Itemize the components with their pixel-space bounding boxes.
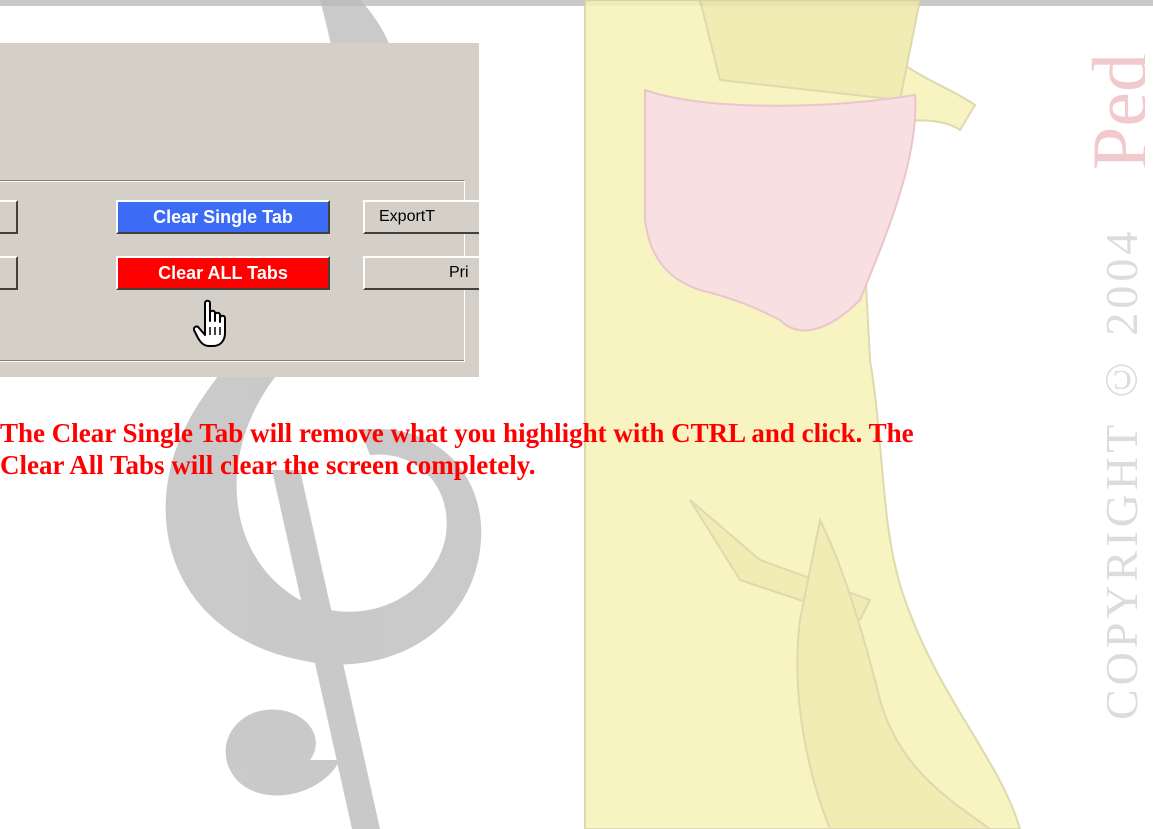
screenshot-panel: Clear Single Tab Clear ALL Tabs ExportT … [0,43,479,377]
print-button[interactable]: Pri [363,256,479,290]
export-button[interactable]: ExportT [363,200,479,234]
caption-text: The Clear Single Tab will remove what yo… [0,417,1100,481]
clear-all-tabs-button[interactable]: Clear ALL Tabs [116,256,330,290]
partial-button-bottom[interactable] [0,256,18,290]
partial-button-top[interactable] [0,200,18,234]
clear-single-tab-button[interactable]: Clear Single Tab [116,200,330,234]
caption-line-1: The Clear Single Tab will remove what yo… [0,418,914,448]
copyright-watermark: COPYRIGHT © 2004 [1096,227,1147,720]
cartoon-figure-icon [584,0,1022,829]
hand-pointer-cursor-icon [193,299,226,347]
caption-line-2: Clear All Tabs will clear the screen com… [0,450,536,480]
watermark-corner-text: Ped [1076,53,1145,170]
